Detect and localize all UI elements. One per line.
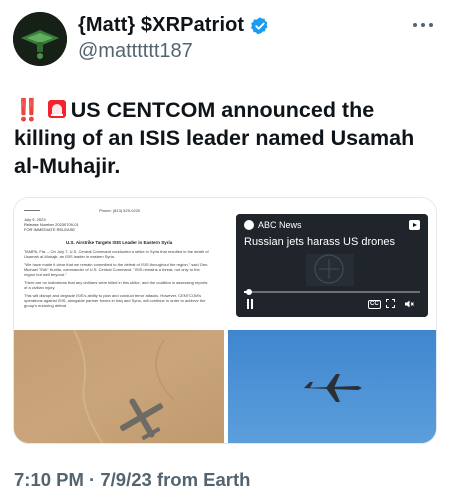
tweet-timestamp[interactable]: 7:10 PM · 7/9/23 from Earth xyxy=(14,469,250,491)
user-handle[interactable]: @matttttt187 xyxy=(78,40,193,63)
sky-jet-image xyxy=(228,330,436,443)
captions-icon[interactable]: CC xyxy=(368,300,381,309)
video-source: ABC News xyxy=(244,220,302,230)
name-row: {Matt} $XRPatriot xyxy=(78,14,270,37)
siren-icon xyxy=(47,100,66,118)
press-release-headline: U.S. Airstrike Targets ISIS Leader in Ea… xyxy=(66,240,173,245)
press-release-image[interactable]: Phone: (813) 529-0220 July 9, 2023 Relea… xyxy=(14,198,224,328)
press-release-paragraph: "We have made it clear that we remain co… xyxy=(24,262,209,277)
video-progress-bar[interactable] xyxy=(244,289,420,295)
press-release-meta: July 9, 2023 Release Number 20230709-01 … xyxy=(24,217,79,232)
double-exclamation-icon: ‼️ xyxy=(14,98,41,122)
centcom-seal-icon xyxy=(24,206,40,211)
mute-icon[interactable] xyxy=(404,299,414,311)
desert-aerial-image xyxy=(14,330,224,443)
tweet-header: {Matt} $XRPatriot @matttttt187 xyxy=(0,0,451,78)
pause-icon[interactable] xyxy=(246,299,254,309)
video-embed[interactable]: ABC News Russian jets harass US drones C… xyxy=(228,198,436,328)
press-release-paragraph: TAMPA, Fla. – On July 7, U.S. Central Co… xyxy=(24,249,209,259)
video-player[interactable]: ABC News Russian jets harass US drones C… xyxy=(236,214,428,317)
verified-badge-icon xyxy=(251,16,268,34)
youtube-play-icon[interactable] xyxy=(409,220,420,230)
media-grid: Phone: (813) 529-0220 July 9, 2023 Relea… xyxy=(13,197,437,444)
press-release-phone: Phone: (813) 529-0220 xyxy=(99,208,141,213)
display-name[interactable]: {Matt} $XRPatriot xyxy=(78,14,244,37)
tweet-body: US CENTCOM announced the killing of an I… xyxy=(14,98,415,178)
fighter-jet-photo[interactable] xyxy=(228,330,436,443)
tweet-text: ‼️ US CENTCOM announced the killing of an… xyxy=(14,96,439,180)
avatar-image xyxy=(13,12,67,66)
fullscreen-icon[interactable] xyxy=(386,299,395,308)
video-title: Russian jets harass US drones xyxy=(244,236,396,248)
video-source-label: ABC News xyxy=(258,220,302,230)
press-release-paragraph: There are no indications that any civili… xyxy=(24,280,208,290)
press-release-body: TAMPA, Fla. – On July 7, U.S. Central Co… xyxy=(24,249,210,311)
abc-news-logo-icon xyxy=(244,220,254,230)
press-release-paragraph: This will disrupt and degrade ISIS's abi… xyxy=(24,293,206,308)
avatar[interactable] xyxy=(13,12,67,66)
more-options-icon[interactable] xyxy=(413,20,437,30)
aerial-drone-photo[interactable] xyxy=(14,330,224,443)
press-release-document: Phone: (813) 529-0220 July 9, 2023 Relea… xyxy=(14,198,224,328)
press-release-type: FOR IMMEDIATE RELEASE xyxy=(24,227,76,232)
